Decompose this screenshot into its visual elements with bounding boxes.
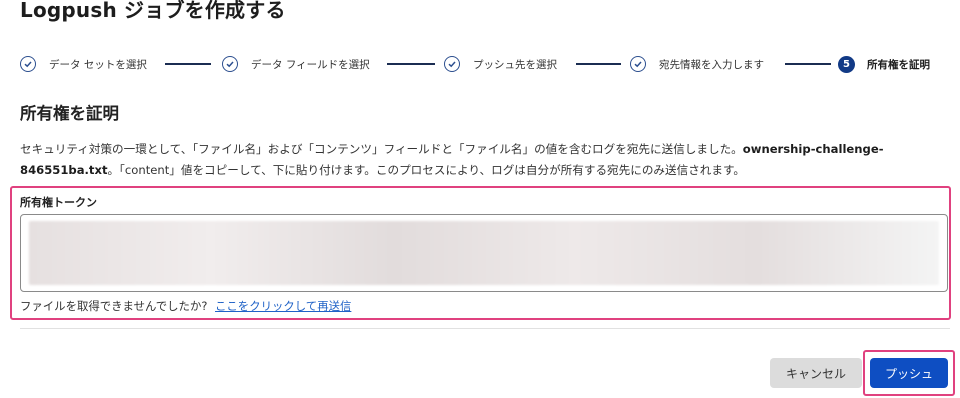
step-select-fields[interactable]: データ フィールドを選択 xyxy=(222,53,370,75)
step-destination-info[interactable]: 宛先情報を入力します xyxy=(630,53,764,75)
step-number-badge: 5 xyxy=(838,55,855,73)
step-connector xyxy=(785,63,831,65)
step-connector xyxy=(387,63,435,65)
step-connector xyxy=(165,63,211,65)
step-label: プッシュ先を選択 xyxy=(473,58,557,71)
token-label: 所有権トークン xyxy=(20,196,97,209)
redacted-token xyxy=(29,221,939,285)
step-label: 所有権を証明 xyxy=(867,58,930,71)
resend-link[interactable]: ここをクリックして再送信 xyxy=(215,299,351,313)
check-circle-icon xyxy=(20,56,36,72)
push-button[interactable]: プッシュ xyxy=(870,358,948,388)
check-circle-icon xyxy=(222,56,238,72)
step-label: 宛先情報を入力します xyxy=(659,58,764,71)
step-label: データ セットを選択 xyxy=(49,58,147,71)
stepper: データ セットを選択 データ フィールドを選択 プッシュ先を選択 宛先情報を入力… xyxy=(20,53,940,75)
ownership-token-input[interactable] xyxy=(20,214,948,292)
divider xyxy=(20,328,950,329)
check-circle-icon xyxy=(630,56,646,72)
check-circle-icon xyxy=(444,56,460,72)
cancel-button[interactable]: キャンセル xyxy=(770,358,862,388)
section-description: セキュリティ対策の一環として、「ファイル名」および「コンテンツ」フィールドと「フ… xyxy=(20,139,900,181)
step-prove-ownership: 5 所有権を証明 xyxy=(838,53,930,75)
page-title: Logpush ジョブを作成する xyxy=(20,0,286,22)
step-label: データ フィールドを選択 xyxy=(251,58,370,71)
step-connector xyxy=(576,63,621,65)
help-text: ファイルを取得できませんでしたか? xyxy=(20,299,208,313)
description-text: 。「content」値をコピーして、下に貼り付けます。このプロセスにより、ログは… xyxy=(107,163,746,177)
resend-help: ファイルを取得できませんでしたか? ここをクリックして再送信 xyxy=(20,298,351,314)
step-select-dataset[interactable]: データ セットを選択 xyxy=(20,53,147,75)
description-text: セキュリティ対策の一環として、「ファイル名」および「コンテンツ」フィールドと「フ… xyxy=(20,142,743,156)
section-title: 所有権を証明 xyxy=(20,104,119,123)
step-select-destination[interactable]: プッシュ先を選択 xyxy=(444,53,557,75)
